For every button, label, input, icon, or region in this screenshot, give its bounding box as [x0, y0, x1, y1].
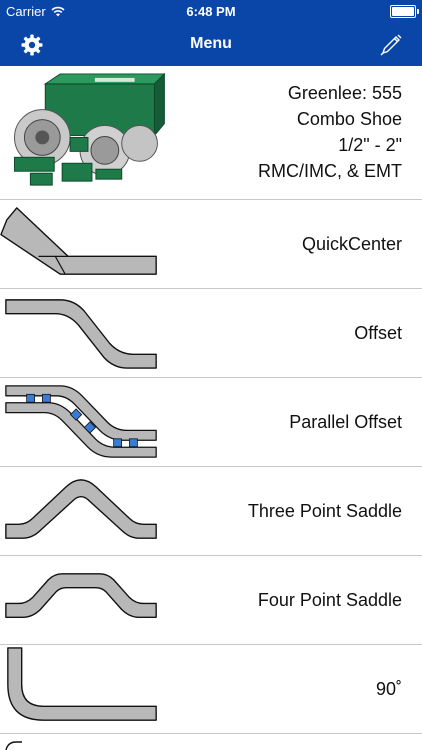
- bender-product-image: [14, 72, 165, 186]
- ninety-degree-bend-icon: [7, 647, 157, 721]
- status-time: 6:48 PM: [186, 4, 236, 19]
- page-title: Menu: [190, 35, 232, 52]
- product-row[interactable]: Greenlee: 555 Combo Shoe 1/2" - 2" RMC/I…: [0, 66, 422, 200]
- status-bar: Carrier 6:48 PM: [0, 0, 422, 24]
- three-point-saddle-bend-icon: [5, 479, 157, 539]
- four-point-saddle-bend-icon: [5, 573, 157, 618]
- menu-item-quickcenter[interactable]: QuickCenter: [0, 200, 422, 289]
- menu-item-offset[interactable]: Offset: [0, 289, 422, 378]
- product-size-range: 1/2" - 2": [338, 135, 402, 155]
- product-conduit-types: RMC/IMC, & EMT: [258, 161, 402, 181]
- nav-bar: Menu: [0, 24, 422, 66]
- menu-item-label: Offset: [354, 322, 402, 343]
- menu-item-label: Parallel Offset: [289, 411, 402, 432]
- menu-item-four-point-saddle[interactable]: Four Point Saddle: [0, 556, 422, 645]
- menu-item-three-point-saddle[interactable]: Three Point Saddle: [0, 467, 422, 556]
- product-model: Greenlee: 555: [287, 83, 402, 103]
- offset-bend-icon: [5, 299, 157, 369]
- menu-item-parallel-offset[interactable]: Parallel Offset: [0, 378, 422, 467]
- menu-item-label: 90˚: [375, 678, 402, 699]
- product-shoe: Combo Shoe: [296, 109, 402, 129]
- menu-item-ninety-degree[interactable]: 90˚: [0, 645, 422, 734]
- edit-pen-icon[interactable]: [378, 32, 404, 58]
- battery-icon: [390, 5, 419, 18]
- menu-item-label: Four Point Saddle: [257, 589, 402, 610]
- menu-item-label: QuickCenter: [301, 233, 402, 254]
- menu-list: Greenlee: 555 Combo Shoe 1/2" - 2" RMC/I…: [0, 66, 422, 734]
- next-item-partial-icon: [5, 741, 22, 750]
- menu-item-label: Three Point Saddle: [247, 500, 402, 521]
- parallel-offset-bend-icon: [5, 385, 157, 458]
- product-info: Greenlee: 555 Combo Shoe 1/2" - 2" RMC/I…: [258, 80, 402, 184]
- quickcenter-bend-icon: [0, 207, 157, 275]
